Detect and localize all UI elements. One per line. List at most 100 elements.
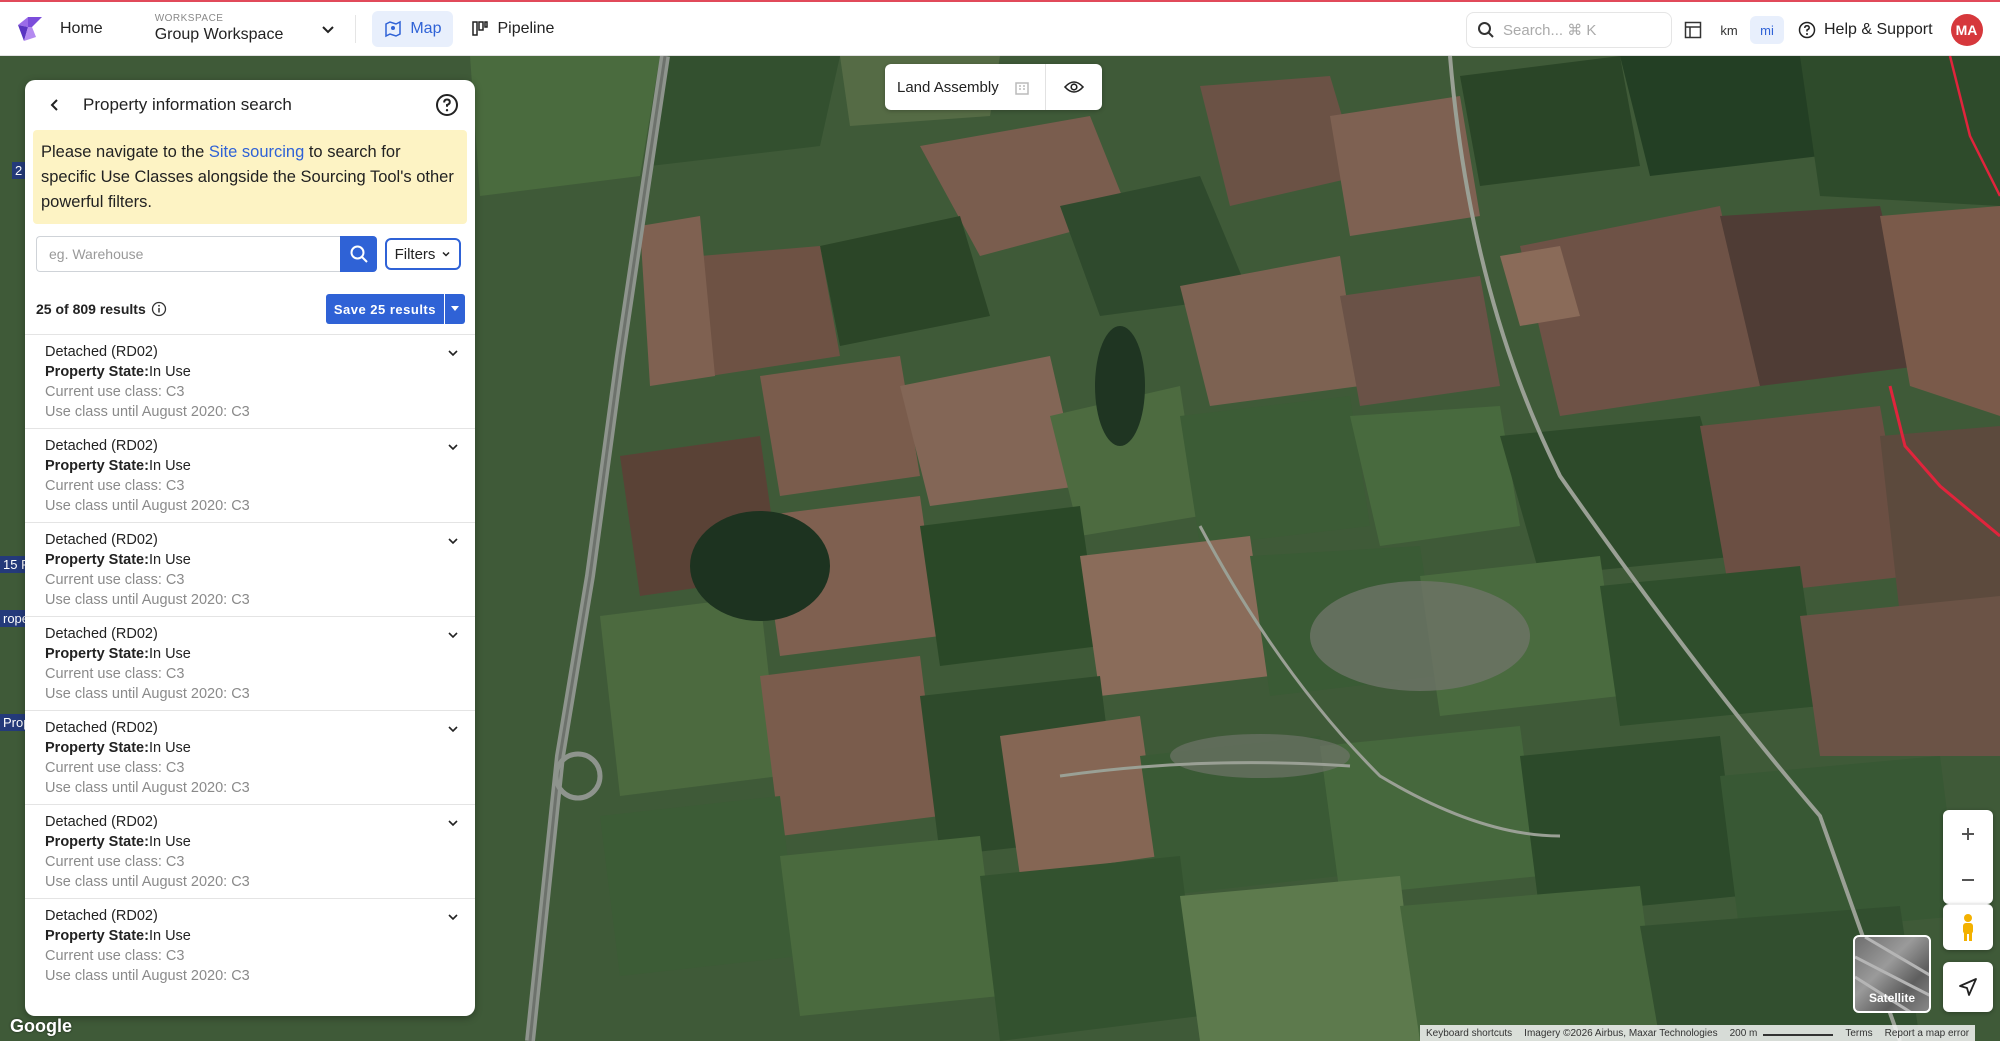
building-icon	[1014, 82, 1029, 95]
property-search-input[interactable]: eg. Warehouse	[36, 236, 340, 272]
property-search-row: eg. Warehouse Filters	[36, 236, 475, 272]
item-title: Detached (RD02)	[45, 532, 158, 548]
save-results-label[interactable]: Save 25 results	[325, 294, 444, 324]
chevron-down-icon[interactable]	[447, 441, 459, 453]
item-state-label: Property State:	[45, 834, 149, 850]
satellite-label: Satellite	[1868, 991, 1916, 1005]
land-assembly-layer-pill[interactable]: Land Assembly	[885, 64, 1102, 110]
site-sourcing-link[interactable]: Site sourcing	[209, 143, 304, 161]
item-previous-use: Use class until August 2020: C3	[45, 686, 250, 702]
help-support-link[interactable]: Help & Support	[1798, 21, 1933, 39]
report-map-error-link[interactable]: Report a map error	[1879, 1028, 1975, 1039]
item-title: Detached (RD02)	[45, 814, 158, 830]
item-title: Detached (RD02)	[45, 438, 158, 454]
item-previous-use: Use class until August 2020: C3	[45, 404, 250, 420]
zoom-in-icon[interactable]	[1960, 826, 1976, 842]
panel-title: Property information search	[83, 95, 292, 114]
zoom-controls	[1943, 810, 1993, 904]
item-state-value: In Use	[148, 458, 191, 474]
question-circle-icon[interactable]	[435, 93, 459, 117]
info-icon[interactable]	[151, 301, 167, 317]
item-state-value: In Use	[148, 364, 191, 380]
chevron-down-icon[interactable]	[447, 629, 459, 641]
chevron-down-icon	[442, 251, 450, 257]
chevron-down-icon[interactable]	[447, 817, 459, 829]
list-item[interactable]: Detached (RD02) Property State:In Use Cu…	[25, 616, 475, 710]
filters-label: Filters	[394, 245, 436, 263]
search-button[interactable]	[340, 236, 377, 272]
item-current-use: Current use class: C3	[45, 478, 185, 494]
chevron-down-icon[interactable]	[447, 911, 459, 923]
pipeline-icon	[472, 20, 489, 36]
help-support-label: Help & Support	[1824, 21, 1933, 38]
caret-down-icon	[451, 306, 459, 311]
item-current-use: Current use class: C3	[45, 384, 185, 400]
item-state-label: Property State:	[45, 740, 149, 756]
item-state-label: Property State:	[45, 646, 149, 662]
search-placeholder: Search... ⌘ K	[1503, 22, 1597, 39]
toggle-visibility-button[interactable]	[1046, 64, 1102, 110]
unit-mi-toggle[interactable]: mi	[1750, 16, 1784, 44]
chevron-down-icon[interactable]	[447, 723, 459, 735]
scale-bar[interactable]: 200 m	[1724, 1028, 1764, 1039]
item-state: Property State:In Use	[45, 738, 463, 758]
site-sourcing-notice: Please navigate to the Site sourcing to …	[33, 130, 467, 224]
item-state-value: In Use	[148, 740, 191, 756]
save-results-button[interactable]: Save 25 results	[325, 294, 475, 324]
global-search-input[interactable]: Search... ⌘ K	[1466, 12, 1672, 48]
item-state: Property State:In Use	[45, 550, 463, 570]
app-logo-icon[interactable]	[14, 13, 46, 45]
item-current-use: Current use class: C3	[45, 666, 185, 682]
item-state: Property State:In Use	[45, 644, 463, 664]
zoom-out-icon[interactable]	[1960, 872, 1976, 888]
item-state: Property State:In Use	[45, 456, 463, 476]
keyboard-shortcuts-link[interactable]: Keyboard shortcuts	[1420, 1028, 1518, 1039]
workspace-selector[interactable]: WORKSPACE Group Workspace	[155, 13, 284, 44]
map-type-satellite-toggle[interactable]: Satellite	[1853, 935, 1931, 1013]
layout-icon[interactable]	[1684, 21, 1702, 39]
list-item[interactable]: Detached (RD02) Property State:In Use Cu…	[25, 898, 475, 992]
home-link[interactable]: Home	[60, 20, 103, 38]
right-tools: km mi Help & Support MA	[1684, 12, 1983, 48]
chevron-down-icon[interactable]	[321, 22, 335, 36]
item-title: Detached (RD02)	[45, 344, 158, 360]
terms-link[interactable]: Terms	[1839, 1028, 1878, 1039]
scale-line	[1763, 1030, 1834, 1036]
item-state-label: Property State:	[45, 364, 149, 380]
unit-km-toggle[interactable]: km	[1712, 16, 1746, 44]
chevron-down-icon[interactable]	[447, 347, 459, 359]
item-title: Detached (RD02)	[45, 626, 158, 642]
imagery-credit: Imagery ©2026 Airbus, Maxar Technologies	[1524, 1027, 1718, 1039]
location-arrow-icon	[1959, 978, 1977, 996]
chevron-down-icon[interactable]	[447, 535, 459, 547]
chevron-left-icon[interactable]	[45, 95, 65, 115]
recenter-location-button[interactable]	[1943, 962, 1993, 1012]
pegman-icon	[1963, 913, 1973, 941]
map-edge-label: 2	[12, 162, 26, 179]
list-item[interactable]: Detached (RD02) Property State:In Use Cu…	[25, 522, 475, 616]
results-count: 25 of 809 results	[36, 301, 146, 317]
list-item[interactable]: Detached (RD02) Property State:In Use Cu…	[25, 804, 475, 898]
street-view-control[interactable]	[1943, 904, 1993, 950]
user-avatar[interactable]: MA	[1950, 14, 1983, 46]
item-current-use: Current use class: C3	[45, 572, 185, 588]
tab-pipeline[interactable]: Pipeline	[459, 11, 566, 47]
list-item[interactable]: Detached (RD02) Property State:In Use Cu…	[25, 334, 475, 428]
divider	[355, 14, 357, 43]
property-search-panel: Property information search Please navig…	[25, 80, 475, 1016]
filters-button[interactable]: Filters	[385, 238, 461, 270]
item-title: Detached (RD02)	[45, 908, 158, 924]
item-state-value: In Use	[148, 928, 191, 944]
results-list: Detached (RD02) Property State:In Use Cu…	[25, 334, 475, 992]
item-previous-use: Use class until August 2020: C3	[45, 780, 250, 796]
list-item[interactable]: Detached (RD02) Property State:In Use Cu…	[25, 710, 475, 804]
item-state-label: Property State:	[45, 458, 149, 474]
item-state: Property State:In Use	[45, 832, 463, 852]
list-item[interactable]: Detached (RD02) Property State:In Use Cu…	[25, 428, 475, 522]
item-previous-use: Use class until August 2020: C3	[45, 592, 250, 608]
layer-label: Land Assembly	[897, 78, 999, 96]
tab-map[interactable]: Map	[372, 10, 454, 47]
save-options-dropdown[interactable]	[445, 294, 465, 324]
item-state-label: Property State:	[45, 552, 149, 568]
question-circle-icon	[1798, 21, 1816, 39]
